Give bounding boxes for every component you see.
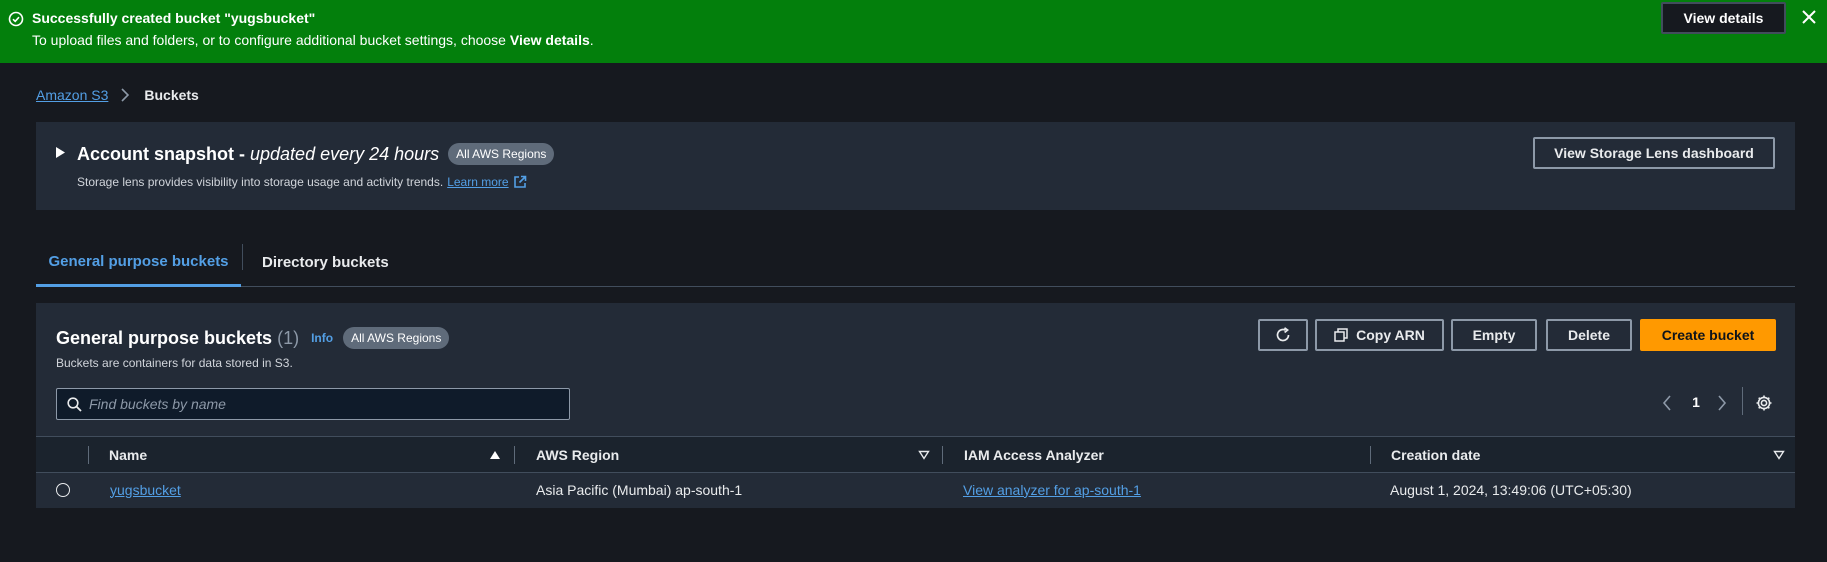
flash-title: Successfully created bucket "yugsbucket" [32, 10, 316, 26]
external-link-icon[interactable] [513, 175, 527, 189]
sort-icon[interactable] [918, 450, 930, 460]
chevron-left-icon[interactable] [1661, 395, 1673, 411]
column-header-aws-region[interactable]: AWS Region [536, 437, 619, 473]
snapshot-title: Account snapshot - [77, 143, 246, 164]
table-header: Name AWS Region IAM Access Analyzer Crea… [36, 436, 1795, 473]
regions-badge: All AWS Regions [343, 327, 450, 349]
chevron-right-icon[interactable] [1716, 395, 1728, 411]
copy-icon [1334, 328, 1348, 342]
bucket-name-link[interactable]: yugsbucket [110, 482, 181, 498]
view-details-button[interactable]: View details [1661, 2, 1786, 34]
column-divider [514, 446, 515, 464]
column-header-iam-access-analyzer: IAM Access Analyzer [964, 447, 1104, 463]
breadcrumb: Amazon S3 Buckets [36, 86, 199, 104]
flash-message: To upload files and folders, or to confi… [32, 32, 594, 48]
breadcrumb-amazon-s3-link[interactable]: Amazon S3 [36, 87, 108, 103]
empty-button[interactable]: Empty [1451, 319, 1537, 351]
copy-arn-button[interactable]: Copy ARN [1315, 319, 1444, 351]
search-icon [67, 397, 82, 412]
success-flash-banner: Successfully created bucket "yugsbucket"… [0, 0, 1827, 63]
bucket-analyzer-cell: View analyzer for ap-south-1 [963, 473, 1141, 506]
buckets-description: Buckets are containers for data stored i… [56, 356, 293, 370]
tab-general-purpose-buckets[interactable]: General purpose buckets [36, 238, 241, 287]
column-divider [942, 446, 943, 464]
success-check-icon [8, 11, 24, 27]
search-field[interactable] [56, 388, 570, 420]
gear-icon[interactable] [1755, 394, 1773, 412]
caret-right-icon[interactable] [56, 147, 65, 158]
regions-badge: All AWS Regions [448, 143, 555, 165]
view-analyzer-link[interactable]: View analyzer for ap-south-1 [963, 482, 1141, 498]
close-icon[interactable] [1802, 10, 1816, 24]
bucket-region-cell: Asia Pacific (Mumbai) ap-south-1 [536, 481, 743, 498]
delete-button[interactable]: Delete [1546, 319, 1632, 351]
column-divider [1370, 446, 1371, 464]
tab-directory-buckets[interactable]: Directory buckets [262, 238, 389, 287]
create-bucket-button[interactable]: Create bucket [1640, 319, 1776, 351]
refresh-icon [1276, 327, 1290, 342]
tab-divider [242, 244, 243, 270]
account-snapshot-panel: Account snapshot - updated every 24 hour… [36, 122, 1795, 210]
search-input[interactable] [89, 389, 559, 419]
snapshot-description: Storage lens provides visibility into st… [77, 175, 527, 189]
learn-more-link[interactable]: Learn more [447, 175, 508, 189]
pagination-divider [1742, 387, 1743, 415]
column-header-name[interactable]: Name [109, 437, 147, 473]
buckets-count: (1) [277, 327, 300, 348]
copy-arn-label: Copy ARN [1356, 327, 1425, 343]
column-divider [88, 446, 89, 464]
breadcrumb-current: Buckets [144, 87, 199, 103]
table-row[interactable]: yugsbucket Asia Pacific (Mumbai) ap-sout… [36, 473, 1795, 506]
sort-icon[interactable] [1773, 450, 1785, 460]
column-header-creation-date[interactable]: Creation date [1391, 437, 1480, 473]
snapshot-subtitle: updated every 24 hours [250, 143, 440, 164]
row-select-radio[interactable] [56, 483, 70, 497]
chevron-right-icon [121, 88, 130, 102]
snapshot-heading[interactable]: Account snapshot - updated every 24 hour… [77, 143, 555, 165]
buckets-heading: General purpose buckets (1) Info All AWS… [56, 323, 450, 353]
general-purpose-buckets-container: General purpose buckets (1) Info All AWS… [36, 303, 1795, 508]
view-storage-lens-button[interactable]: View Storage Lens dashboard [1533, 137, 1775, 169]
bucket-name-cell: yugsbucket [110, 473, 181, 506]
info-link[interactable]: Info [311, 331, 333, 345]
bucket-type-tabs: General purpose buckets Directory bucket… [36, 238, 1795, 287]
current-page-number[interactable]: 1 [1686, 392, 1706, 412]
buckets-title: General purpose buckets [56, 327, 273, 348]
bucket-creation-date-cell: August 1, 2024, 13:49:06 (UTC+05:30) [1390, 481, 1632, 498]
refresh-button[interactable] [1258, 319, 1308, 351]
sort-ascending-icon[interactable] [489, 450, 501, 460]
